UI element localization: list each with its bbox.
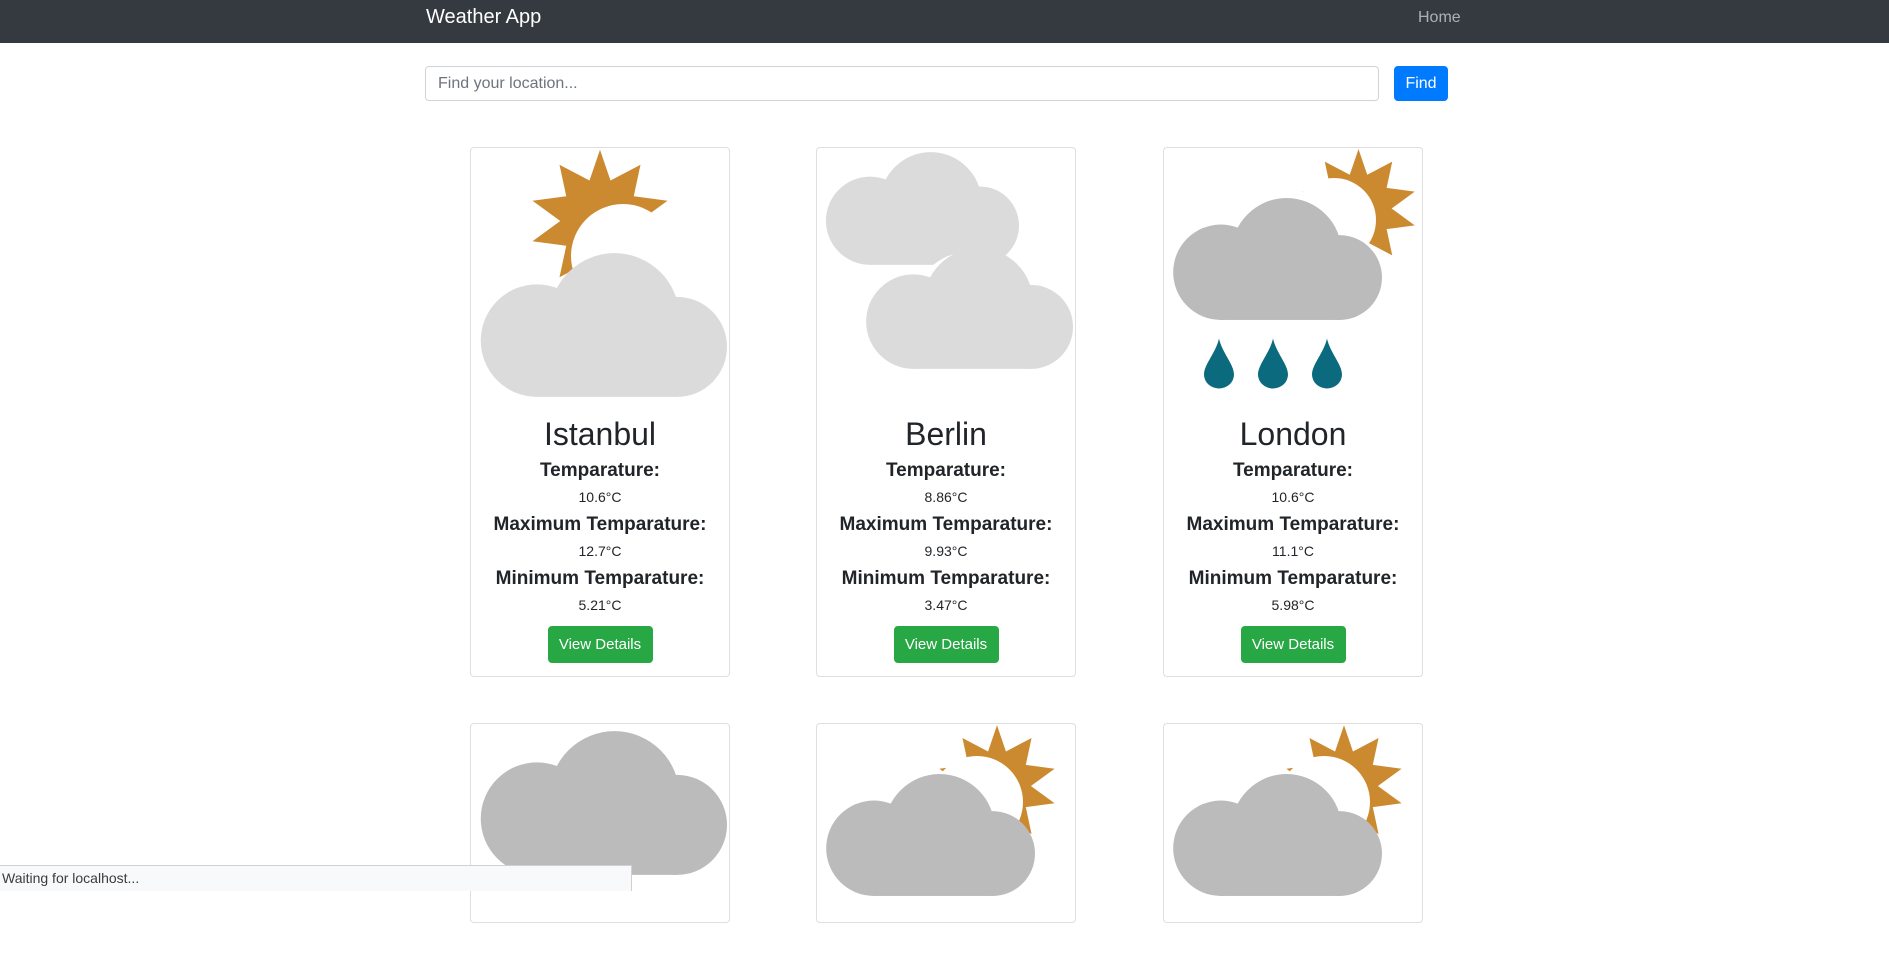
- search-input[interactable]: [425, 66, 1379, 101]
- max-temperature-value: 9.93°C: [924, 543, 968, 559]
- temperature-value: 10.6°C: [1271, 489, 1315, 505]
- temperature-value: 8.86°C: [924, 489, 968, 505]
- partly-cloudy-dark-icon: [1173, 725, 1402, 896]
- city-card-istanbul: Istanbul Temparature: 10.6°C Maximum Tem…: [470, 147, 730, 677]
- max-temperature-value: 12.7°C: [578, 543, 622, 559]
- cloudy-icon: [825, 152, 1073, 369]
- rain-icon: [1173, 149, 1415, 389]
- temperature-label: Temparature:: [1232, 460, 1353, 481]
- city-card: [1163, 723, 1423, 923]
- city-name: London: [1239, 416, 1347, 452]
- partly-cloudy-dark-icon: [826, 725, 1055, 896]
- max-temperature-label: Maximum Temparature:: [493, 514, 707, 535]
- min-temperature-label: Minimum Temparature:: [1188, 568, 1398, 589]
- temperature-label: Temparature:: [885, 460, 1006, 481]
- view-details-button[interactable]: View Details: [1240, 626, 1346, 663]
- view-details-button[interactable]: View Details: [547, 626, 653, 663]
- brand-title[interactable]: Weather App: [426, 6, 541, 29]
- city-card: [816, 723, 1076, 923]
- city-name: Berlin: [905, 416, 987, 452]
- browser-status-bar: Waiting for localhost...: [0, 865, 632, 891]
- min-temperature-label: Minimum Temparature:: [495, 568, 705, 589]
- navbar: Weather App Home: [0, 0, 1889, 43]
- city-card-london: London Temparature: 10.6°C Maximum Tempa…: [1163, 147, 1423, 677]
- partly-cloudy-icon: [480, 149, 727, 397]
- temperature-label: Temparature:: [539, 460, 660, 481]
- city-card: [470, 723, 730, 923]
- find-button[interactable]: Find: [1394, 66, 1448, 101]
- view-details-button[interactable]: View Details: [893, 626, 999, 663]
- overcast-icon: [480, 731, 727, 875]
- temperature-value: 10.6°C: [578, 489, 622, 505]
- max-temperature-value: 11.1°C: [1272, 543, 1314, 559]
- nav-home-link[interactable]: Home: [1418, 9, 1461, 27]
- min-temperature-value: 5.21°C: [578, 597, 622, 613]
- min-temperature-label: Minimum Temparature:: [841, 568, 1051, 589]
- min-temperature-value: 5.98°C: [1271, 597, 1315, 613]
- max-temperature-label: Maximum Temparature:: [1186, 514, 1400, 535]
- city-card-berlin: Berlin Temparature: 8.86°C Maximum Tempa…: [816, 147, 1076, 677]
- min-temperature-value: 3.47°C: [924, 597, 968, 613]
- city-name: Istanbul: [543, 416, 657, 452]
- max-temperature-label: Maximum Temparature:: [839, 514, 1053, 535]
